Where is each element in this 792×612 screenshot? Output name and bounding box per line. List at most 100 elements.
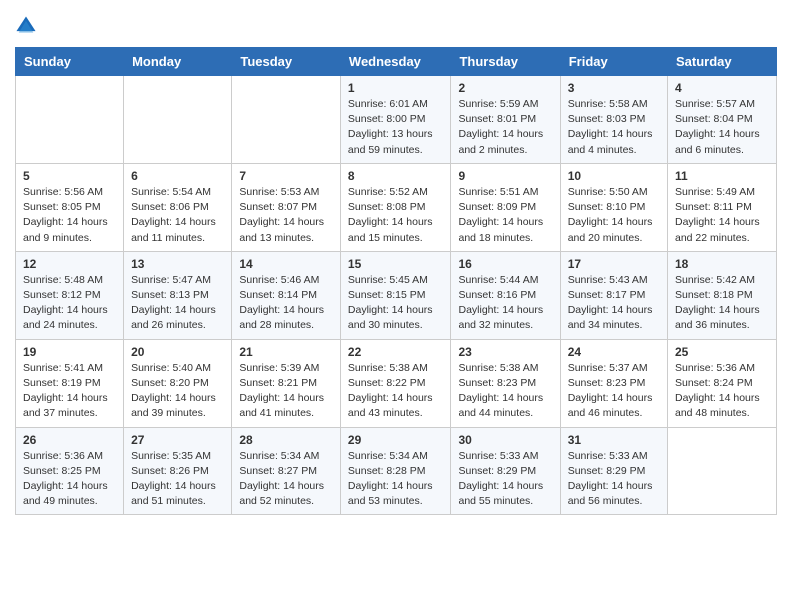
day-number: 31 (568, 433, 660, 447)
week-row-4: 19 Sunrise: 5:41 AM Sunset: 8:19 PM Dayli… (16, 339, 777, 427)
day-number: 14 (239, 257, 333, 271)
day-number: 5 (23, 169, 116, 183)
day-number: 23 (458, 345, 552, 359)
day-info: Sunrise: 5:58 AM Sunset: 8:03 PM Dayligh… (568, 97, 660, 158)
day-cell: 5 Sunrise: 5:56 AM Sunset: 8:05 PM Daylig… (16, 163, 124, 251)
day-number: 18 (675, 257, 769, 271)
day-number: 4 (675, 81, 769, 95)
day-number: 8 (348, 169, 444, 183)
day-cell: 2Sunrise: 5:59 AM Sunset: 8:01 PM Daylig… (451, 76, 560, 164)
day-info: Sunrise: 5:40 AM Sunset: 8:20 PM Dayligh… (131, 361, 224, 422)
day-cell: 7 Sunrise: 5:53 AM Sunset: 8:07 PM Daylig… (232, 163, 341, 251)
day-cell: 29Sunrise: 5:34 AM Sunset: 8:28 PM Dayli… (340, 427, 451, 515)
day-cell: 14 Sunrise: 5:46 AM Sunset: 8:14 PM Dayli… (232, 251, 341, 339)
weekday-header-wednesday: Wednesday (340, 48, 451, 76)
day-number: 19 (23, 345, 116, 359)
day-cell: 20 Sunrise: 5:40 AM Sunset: 8:20 PM Dayli… (124, 339, 232, 427)
day-cell: 25 Sunrise: 5:36 AM Sunset: 8:24 PM Dayli… (668, 339, 777, 427)
day-cell (16, 76, 124, 164)
day-cell: 10Sunrise: 5:50 AM Sunset: 8:10 PM Dayli… (560, 163, 667, 251)
day-info: Sunrise: 5:56 AM Sunset: 8:05 PM Dayligh… (23, 185, 116, 246)
day-cell: 19 Sunrise: 5:41 AM Sunset: 8:19 PM Dayli… (16, 339, 124, 427)
day-cell: 31 Sunrise: 5:33 AM Sunset: 8:29 PM Dayli… (560, 427, 667, 515)
day-cell: 15 Sunrise: 5:45 AM Sunset: 8:15 PM Dayli… (340, 251, 451, 339)
day-number: 20 (131, 345, 224, 359)
day-cell: 12 Sunrise: 5:48 AM Sunset: 8:12 PM Dayli… (16, 251, 124, 339)
week-row-3: 12 Sunrise: 5:48 AM Sunset: 8:12 PM Dayli… (16, 251, 777, 339)
day-number: 22 (348, 345, 444, 359)
weekday-header-monday: Monday (124, 48, 232, 76)
day-cell (232, 76, 341, 164)
day-info: Sunrise: 5:33 AM Sunset: 8:29 PM Dayligh… (458, 449, 552, 510)
day-cell: 21 Sunrise: 5:39 AM Sunset: 8:21 PM Dayli… (232, 339, 341, 427)
day-number: 13 (131, 257, 224, 271)
day-info: Sunrise: 5:47 AM Sunset: 8:13 PM Dayligh… (131, 273, 224, 334)
day-cell (668, 427, 777, 515)
day-info: Sunrise: 5:45 AM Sunset: 8:15 PM Dayligh… (348, 273, 444, 334)
day-number: 9 (458, 169, 552, 183)
day-cell (124, 76, 232, 164)
page-header (15, 15, 777, 37)
day-cell: 22 Sunrise: 5:38 AM Sunset: 8:22 PM Dayli… (340, 339, 451, 427)
day-cell: 8Sunrise: 5:52 AM Sunset: 8:08 PM Daylig… (340, 163, 451, 251)
day-cell: 18 Sunrise: 5:42 AM Sunset: 8:18 PM Dayli… (668, 251, 777, 339)
day-cell: 13 Sunrise: 5:47 AM Sunset: 8:13 PM Dayli… (124, 251, 232, 339)
day-cell: 11Sunrise: 5:49 AM Sunset: 8:11 PM Dayli… (668, 163, 777, 251)
day-info: Sunrise: 6:01 AM Sunset: 8:00 PM Dayligh… (348, 97, 444, 158)
day-cell: 4 Sunrise: 5:57 AM Sunset: 8:04 PM Daylig… (668, 76, 777, 164)
day-info: Sunrise: 5:39 AM Sunset: 8:21 PM Dayligh… (239, 361, 333, 422)
day-info: Sunrise: 5:48 AM Sunset: 8:12 PM Dayligh… (23, 273, 116, 334)
day-info: Sunrise: 5:54 AM Sunset: 8:06 PM Dayligh… (131, 185, 224, 246)
day-cell: 26 Sunrise: 5:36 AM Sunset: 8:25 PM Dayli… (16, 427, 124, 515)
day-info: Sunrise: 5:42 AM Sunset: 8:18 PM Dayligh… (675, 273, 769, 334)
day-number: 2 (458, 81, 552, 95)
day-number: 24 (568, 345, 660, 359)
day-number: 10 (568, 169, 660, 183)
weekday-header-thursday: Thursday (451, 48, 560, 76)
logo-icon (15, 15, 37, 37)
day-info: Sunrise: 5:37 AM Sunset: 8:23 PM Dayligh… (568, 361, 660, 422)
day-info: Sunrise: 5:36 AM Sunset: 8:25 PM Dayligh… (23, 449, 116, 510)
day-info: Sunrise: 5:53 AM Sunset: 8:07 PM Dayligh… (239, 185, 333, 246)
day-number: 7 (239, 169, 333, 183)
day-info: Sunrise: 5:41 AM Sunset: 8:19 PM Dayligh… (23, 361, 116, 422)
day-info: Sunrise: 5:57 AM Sunset: 8:04 PM Dayligh… (675, 97, 769, 158)
day-info: Sunrise: 5:36 AM Sunset: 8:24 PM Dayligh… (675, 361, 769, 422)
day-number: 6 (131, 169, 224, 183)
weekday-header-saturday: Saturday (668, 48, 777, 76)
day-number: 15 (348, 257, 444, 271)
day-cell: 3 Sunrise: 5:58 AM Sunset: 8:03 PM Daylig… (560, 76, 667, 164)
day-info: Sunrise: 5:49 AM Sunset: 8:11 PM Dayligh… (675, 185, 769, 246)
weekday-header-sunday: Sunday (16, 48, 124, 76)
day-info: Sunrise: 5:44 AM Sunset: 8:16 PM Dayligh… (458, 273, 552, 334)
day-cell: 23 Sunrise: 5:38 AM Sunset: 8:23 PM Dayli… (451, 339, 560, 427)
week-row-5: 26 Sunrise: 5:36 AM Sunset: 8:25 PM Dayli… (16, 427, 777, 515)
day-info: Sunrise: 5:34 AM Sunset: 8:28 PM Dayligh… (348, 449, 444, 510)
day-info: Sunrise: 5:43 AM Sunset: 8:17 PM Dayligh… (568, 273, 660, 334)
logo (15, 15, 41, 37)
weekday-header-row: SundayMondayTuesdayWednesdayThursdayFrid… (16, 48, 777, 76)
day-cell: 6 Sunrise: 5:54 AM Sunset: 8:06 PM Daylig… (124, 163, 232, 251)
day-number: 16 (458, 257, 552, 271)
day-info: Sunrise: 5:35 AM Sunset: 8:26 PM Dayligh… (131, 449, 224, 510)
weekday-header-friday: Friday (560, 48, 667, 76)
day-number: 1 (348, 81, 444, 95)
day-info: Sunrise: 5:33 AM Sunset: 8:29 PM Dayligh… (568, 449, 660, 510)
day-info: Sunrise: 5:38 AM Sunset: 8:22 PM Dayligh… (348, 361, 444, 422)
day-cell: 1 Sunrise: 6:01 AM Sunset: 8:00 PM Daylig… (340, 76, 451, 164)
day-number: 3 (568, 81, 660, 95)
day-cell: 24 Sunrise: 5:37 AM Sunset: 8:23 PM Dayli… (560, 339, 667, 427)
week-row-2: 5 Sunrise: 5:56 AM Sunset: 8:05 PM Daylig… (16, 163, 777, 251)
day-number: 28 (239, 433, 333, 447)
day-info: Sunrise: 5:46 AM Sunset: 8:14 PM Dayligh… (239, 273, 333, 334)
day-number: 21 (239, 345, 333, 359)
day-cell: 16 Sunrise: 5:44 AM Sunset: 8:16 PM Dayli… (451, 251, 560, 339)
day-cell: 9Sunrise: 5:51 AM Sunset: 8:09 PM Daylig… (451, 163, 560, 251)
day-number: 25 (675, 345, 769, 359)
day-number: 12 (23, 257, 116, 271)
day-info: Sunrise: 5:38 AM Sunset: 8:23 PM Dayligh… (458, 361, 552, 422)
day-cell: 27 Sunrise: 5:35 AM Sunset: 8:26 PM Dayli… (124, 427, 232, 515)
day-number: 26 (23, 433, 116, 447)
day-number: 30 (458, 433, 552, 447)
day-number: 27 (131, 433, 224, 447)
